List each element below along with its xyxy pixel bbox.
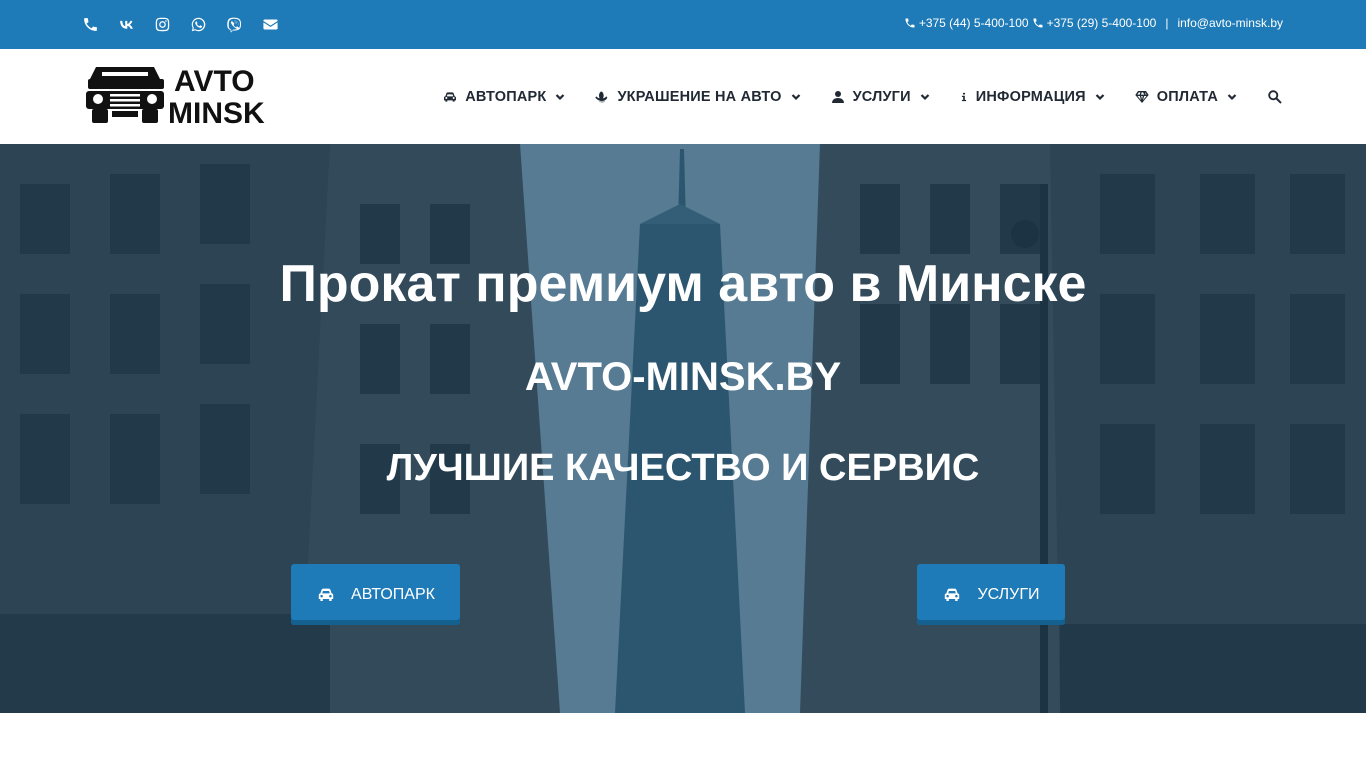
services-button[interactable]: УСЛУГИ xyxy=(917,564,1065,625)
hero-title: Прокат премиум авто в Минске xyxy=(279,255,1087,313)
vk-icon[interactable] xyxy=(118,14,154,34)
whatsapp-icon[interactable] xyxy=(190,14,226,34)
main-header: AVTO MINSK АВТОПАРК УКРАШЕНИЕ НА АВТО УС… xyxy=(0,49,1366,144)
logo-line-2: MINSK xyxy=(168,97,265,127)
car-icon xyxy=(318,588,334,601)
chevron-down-icon xyxy=(791,93,800,100)
nav-item-payment[interactable]: ОПЛАТА xyxy=(1134,89,1237,105)
main-nav: АВТОПАРК УКРАШЕНИЕ НА АВТО УСЛУГИ ИНФОРМ… xyxy=(442,49,1282,144)
nav-item-fleet[interactable]: АВТОПАРК xyxy=(442,89,565,105)
contacts: +375 (44) 5-400-100 +375 (29) 5-400-100 … xyxy=(904,16,1283,30)
nav-label: АВТОПАРК xyxy=(465,88,547,105)
chevron-down-icon xyxy=(920,93,930,100)
instagram-icon[interactable] xyxy=(154,14,190,34)
user-icon xyxy=(831,90,844,103)
phone-icon xyxy=(905,18,915,28)
car-icon xyxy=(444,91,457,102)
site-logo[interactable]: AVTO MINSK xyxy=(86,63,282,127)
nav-item-decoration[interactable]: УКРАШЕНИЕ НА АВТО xyxy=(594,89,800,105)
info-icon xyxy=(961,92,966,101)
chevron-down-icon xyxy=(1227,93,1237,100)
hero-section: Прокат премиум авто в Минске AVTO-MINSK.… xyxy=(0,144,1366,713)
top-bar: +375 (44) 5-400-100 +375 (29) 5-400-100 … xyxy=(0,0,1366,49)
hero-overlay xyxy=(0,144,1366,713)
nav-item-services[interactable]: УСЛУГИ xyxy=(830,89,930,105)
chevron-down-icon xyxy=(1095,93,1105,100)
car-icon xyxy=(945,588,960,601)
phone-link-2[interactable]: +375 (29) 5-400-100 xyxy=(1047,16,1157,30)
phone-link-1[interactable]: +375 (44) 5-400-100 xyxy=(919,16,1029,30)
phone-icon[interactable] xyxy=(82,14,118,34)
nav-item-info[interactable]: ИНФОРМАЦИЯ xyxy=(959,89,1105,105)
nav-label: УКРАШЕНИЕ НА АВТО xyxy=(617,88,782,105)
diamond-icon xyxy=(1135,90,1149,103)
services-button-label: УСЛУГИ xyxy=(977,585,1040,603)
envelope-icon[interactable] xyxy=(262,14,298,34)
hero-subtitle: AVTO-MINSK.BY xyxy=(524,355,842,399)
nav-label: ОПЛАТА xyxy=(1156,88,1218,105)
hero-tagline: ЛУЧШИЕ КАЧЕСТВО И СЕРВИС xyxy=(386,447,980,489)
search-icon[interactable] xyxy=(1267,89,1282,104)
fleet-button[interactable]: АВТОПАРК xyxy=(291,564,460,625)
phone-icon xyxy=(1033,18,1043,28)
social-links xyxy=(82,14,298,34)
separator: | xyxy=(1165,16,1169,30)
logo-line-1: AVTO xyxy=(174,65,255,98)
email-link[interactable]: info@avto-minsk.by xyxy=(1177,16,1283,30)
nav-label: ИНФОРМАЦИЯ xyxy=(975,88,1086,105)
fleet-button-label: АВТОПАРК xyxy=(351,585,435,603)
viber-icon[interactable] xyxy=(226,14,262,34)
nav-label: УСЛУГИ xyxy=(852,88,911,105)
chevron-down-icon xyxy=(556,93,565,100)
flower-icon xyxy=(595,91,608,102)
